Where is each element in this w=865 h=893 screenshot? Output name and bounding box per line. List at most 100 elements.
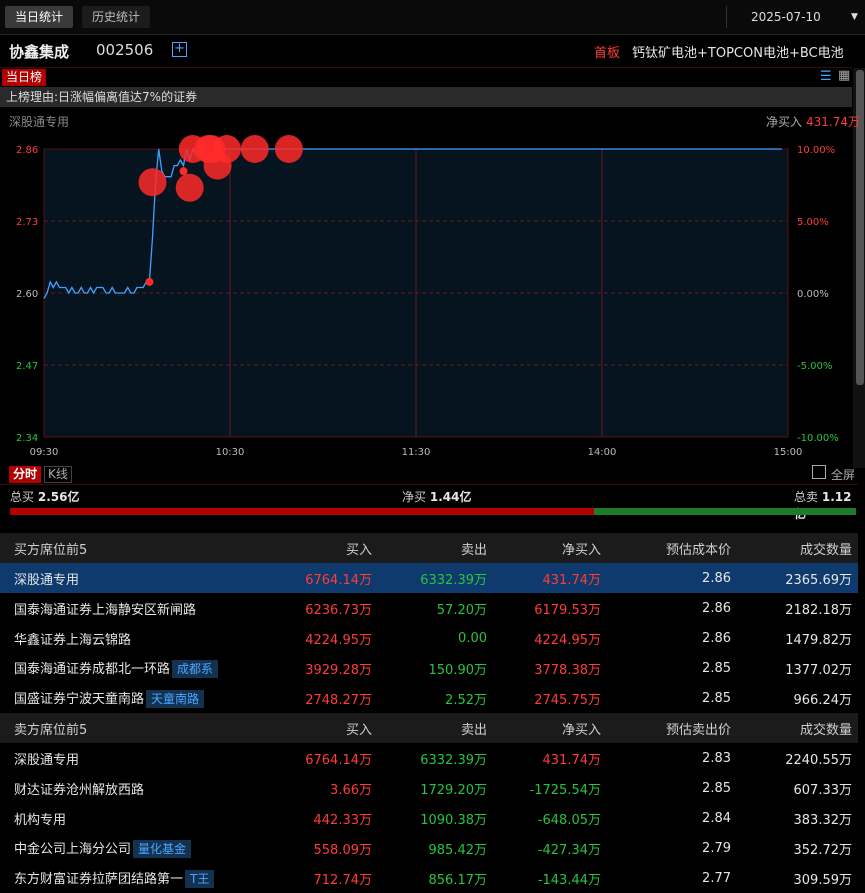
seat-tag-badge[interactable]: 天童南路 <box>146 690 205 708</box>
date-selector[interactable]: 2025-07-10 ▼ <box>726 6 865 28</box>
sell-amount: 6332.39万 <box>420 752 487 768</box>
today-list-tag[interactable]: 当日榜 <box>2 69 47 86</box>
divider <box>0 484 858 485</box>
seat-name-text[interactable]: 机构专用 <box>14 813 66 828</box>
volume: 352.72万 <box>793 842 853 858</box>
seat-name-text[interactable]: 东方财富证券拉萨团结路第一 <box>14 872 183 887</box>
intraday-chart[interactable]: 2.86 10.00% 2.73 5.00% 2.60 0.00% 2.47 -5.00% 2.… <box>0 130 852 465</box>
volume: 607.33万 <box>793 782 853 798</box>
sell-table-row[interactable]: 财达证券沧州解放西路 3.66万 1729.20万 -1725.54万 2.85 607.… <box>0 773 858 803</box>
y-tick-right: -5.00% <box>797 361 832 372</box>
total-net: 净买 1.44亿 <box>402 488 471 505</box>
volume: 2182.18万 <box>785 602 852 618</box>
chevron-down-icon[interactable]: ▼ <box>851 6 858 28</box>
sell-seat-table: 卖方席位前5 买入 卖出 净买入 预估卖出价 成交数量深股通专用 6764.14万 6332.… <box>0 713 858 893</box>
fullscreen-icon[interactable] <box>812 465 826 479</box>
tab-history-stats[interactable]: 历史统计 <box>82 6 151 28</box>
seat-name[interactable]: 机构专用 <box>0 803 270 833</box>
sell-amount: 57.20万 <box>436 602 487 618</box>
buy-seat-table: 买方席位前5 买入 卖出 净买入 预估成本价 成交数量 深股通专用 6764.14万 6332.… <box>0 533 858 713</box>
seat-name[interactable]: 中金公司上海分公司 量化基金 <box>0 833 270 863</box>
est-price: 2.84 <box>702 810 731 826</box>
sell-table-row[interactable]: 中金公司上海分公司 量化基金 558.09万 985.42万 -427.34万 2.79 3… <box>0 833 858 863</box>
concept-tags[interactable]: 钙钛矿电池+TOPCON电池+BC电池 <box>632 42 844 61</box>
tab-kline[interactable]: K线 <box>44 466 72 483</box>
seat-tag-badge[interactable]: T王 <box>185 870 215 888</box>
net-amount: -427.34万 <box>537 842 601 858</box>
list-view-icon[interactable]: ☰ <box>820 69 832 84</box>
sell-table-header-cell: 预估卖出价 <box>607 713 737 743</box>
buy-table-row[interactable]: 深股通专用 6764.14万 6332.39万 431.74万 2.86 2365.69万 <box>0 563 858 593</box>
y-tick-left: 2.60 <box>16 289 38 300</box>
buy-table-header-cell: 买方席位前5 <box>0 533 270 563</box>
est-price: 2.77 <box>702 870 731 886</box>
buy-table-row[interactable]: 华鑫证券上海云锦路 4224.95万 0.00 4224.95万 2.86 1479.82… <box>0 623 858 653</box>
volume: 2240.55万 <box>785 752 852 768</box>
seat-tag-badge[interactable]: 成都系 <box>172 660 219 678</box>
trade-marker <box>212 135 241 163</box>
est-price: 2.86 <box>702 630 731 646</box>
buy-table-row[interactable]: 国泰海通证券成都北一环路 成都系 3929.28万 150.90万 3778.38万 2.… <box>0 653 858 683</box>
x-tick: 09:30 <box>30 447 59 458</box>
seat-name-text[interactable]: 国泰海通证券上海静安区新闸路 <box>14 603 196 618</box>
est-price: 2.83 <box>702 750 731 766</box>
buy-amount: 6764.14万 <box>305 752 372 768</box>
seat-name[interactable]: 国盛证券宁波天童南路 天童南路 <box>0 683 270 713</box>
date-value: 2025-07-10 <box>751 10 821 24</box>
sell-table-row[interactable]: 机构专用 442.33万 1090.38万 -648.05万 2.84 383.32万 <box>0 803 858 833</box>
add-watchlist-icon[interactable]: + <box>172 42 187 57</box>
y-tick-right: 10.00% <box>797 145 835 156</box>
sell-amount: 1729.20万 <box>420 782 487 798</box>
total-net-value: 1.44亿 <box>429 490 472 504</box>
totals-row: 总买 2.56亿 净买 1.44亿 总卖 1.12亿 <box>0 488 858 521</box>
sell-table-row[interactable]: 东方财富证券拉萨团结路第一 T王 712.74万 856.17万 -143.44万 2.7… <box>0 863 858 893</box>
seat-tag-badge[interactable]: 量化基金 <box>133 840 192 858</box>
stock-code: 002506 <box>96 41 154 59</box>
seat-name-text[interactable]: 深股通专用 <box>14 753 79 768</box>
buy-table-header-cell: 买入 <box>270 533 378 563</box>
tab-today-stats[interactable]: 当日统计 <box>5 6 74 28</box>
x-tick: 15:00 <box>774 447 803 458</box>
buy-sell-ratio-bar <box>10 508 856 515</box>
y-tick-left: 2.73 <box>16 217 38 228</box>
seat-name[interactable]: 深股通专用 <box>0 563 270 593</box>
est-price: 2.79 <box>702 840 731 856</box>
est-price: 2.85 <box>702 660 731 676</box>
seat-name[interactable]: 国泰海通证券上海静安区新闸路 <box>0 593 270 623</box>
tab-intraday[interactable]: 分时 <box>9 466 42 483</box>
seat-name-text[interactable]: 财达证券沧州解放西路 <box>14 783 144 798</box>
y-tick-right: 0.00% <box>797 289 829 300</box>
buy-table-header-cell: 成交数量 <box>737 533 858 563</box>
seat-name[interactable]: 东方财富证券拉萨团结路第一 T王 <box>0 863 270 893</box>
seat-name-text[interactable]: 中金公司上海分公司 <box>14 842 131 857</box>
buy-table-row[interactable]: 国盛证券宁波天童南路 天童南路 2748.27万 2.52万 2745.75万 2.85 9… <box>0 683 858 713</box>
seat-name[interactable]: 国泰海通证券成都北一环路 成都系 <box>0 653 270 683</box>
volume: 383.32万 <box>793 812 853 828</box>
buy-amount: 6236.73万 <box>305 602 372 618</box>
seat-name-text[interactable]: 华鑫证券上海云锦路 <box>14 633 131 648</box>
seat-name[interactable]: 财达证券沧州解放西路 <box>0 773 270 803</box>
sell-table-header-row: 卖方席位前5 买入 卖出 净买入 预估卖出价 成交数量 <box>0 713 858 743</box>
y-tick-left: 2.86 <box>16 145 38 156</box>
list-header: 当日榜 ☰ ▦ <box>0 68 852 87</box>
net-amount: -648.05万 <box>537 812 601 828</box>
buy-table-row[interactable]: 国泰海通证券上海静安区新闸路 6236.73万 57.20万 6179.53万 2.86… <box>0 593 858 623</box>
est-price: 2.85 <box>702 690 731 706</box>
buy-amount: 712.74万 <box>313 872 373 888</box>
total-sell: 总卖 1.12亿 <box>794 488 858 522</box>
sell-table-header-cell: 净买入 <box>493 713 607 743</box>
seat-name[interactable]: 深股通专用 <box>0 743 270 773</box>
seat-name[interactable]: 华鑫证券上海云锦路 <box>0 623 270 653</box>
chart-net-label: 净买入 <box>766 115 803 129</box>
sell-table-row[interactable]: 深股通专用 6764.14万 6332.39万 431.74万 2.83 2240.55万 <box>0 743 858 773</box>
grid-view-icon[interactable]: ▦ <box>838 68 850 83</box>
board-badge: 首板 <box>594 46 621 61</box>
buy-amount: 6764.14万 <box>270 563 378 593</box>
sell-amount: 0.00 <box>458 630 487 646</box>
net-amount: 3778.38万 <box>534 662 601 678</box>
total-buy: 总买 2.56亿 <box>10 488 79 505</box>
fullscreen-label[interactable]: 全屏 <box>831 466 855 483</box>
seat-name-text[interactable]: 国盛证券宁波天童南路 <box>14 692 144 707</box>
seat-name-text[interactable]: 深股通专用 <box>14 573 79 588</box>
seat-name-text[interactable]: 国泰海通证券成都北一环路 <box>14 662 170 677</box>
